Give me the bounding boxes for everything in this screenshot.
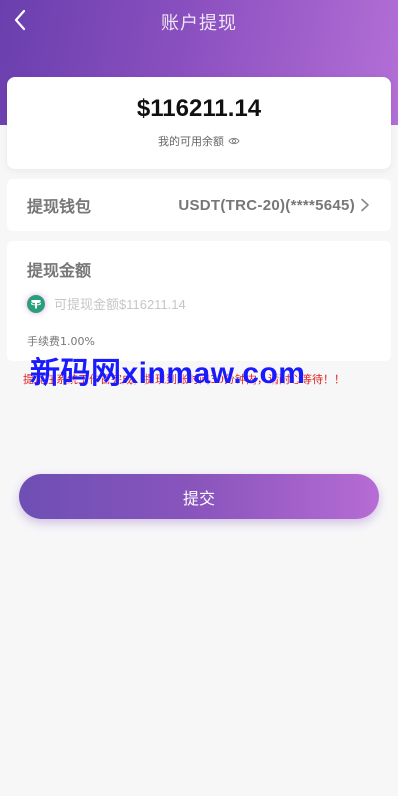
withdraw-wallet-selector[interactable]: 提现钱包 USDT(TRC-20)(****5645) [7,179,391,231]
chevron-right-icon [359,198,371,212]
wallet-label: 提现钱包 [27,197,92,216]
balance-card: $116211.14 我的可用余额 [7,77,391,169]
balance-amount: $116211.14 [136,95,262,122]
amount-input-row [27,293,367,315]
amount-input[interactable] [54,296,354,312]
submit-button[interactable]: 提交 [19,474,379,519]
nav-bar: 账户提现 [0,0,398,44]
tether-icon [27,295,45,313]
chevron-left-icon [14,9,26,31]
fee-text: 手续费1.00% [27,335,95,348]
wallet-value: USDT(TRC-20)(****5645) [178,196,355,214]
balance-label: 我的可用余额 [158,135,224,148]
withdraw-amount-card: 提现金额 手续费1.00% [7,241,391,361]
back-button[interactable] [6,6,34,34]
watermark-text: 新码网xinmaw.com [30,357,306,390]
eye-icon[interactable] [228,135,240,147]
amount-title: 提现金额 [27,261,92,280]
balance-label-row: 我的可用余额 [158,133,240,149]
page-title: 账户提现 [161,13,237,34]
wallet-value-wrap: USDT(TRC-20)(****5645) [178,197,371,214]
